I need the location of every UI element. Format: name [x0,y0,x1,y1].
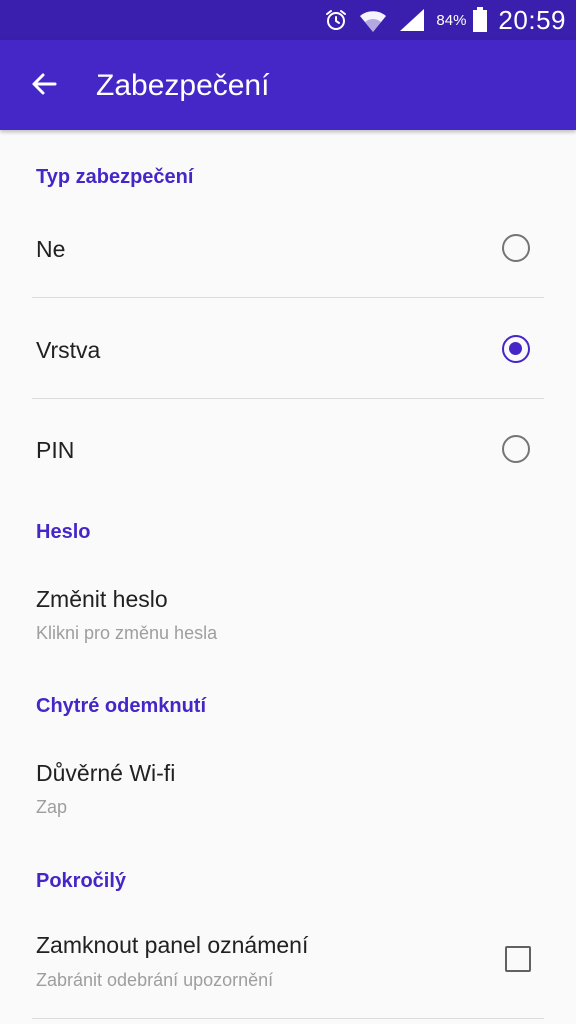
radio-option-label: Vrstva [36,337,101,363]
arrow-left-icon [30,70,58,103]
radio-option-ne[interactable]: Ne [0,200,576,296]
radio-option-vrstva[interactable]: Vrstva [0,298,576,398]
trusted-wifi-title: Důvěrné Wi-fi [36,760,176,786]
lock-notification-panel-subtitle: Zabránit odebrání upozornění [36,970,274,990]
back-button[interactable] [20,62,68,110]
app-bar: Zabezpečení [0,40,576,130]
radio-option-label: Ne [36,236,66,262]
radio-option-label: PIN [36,437,75,463]
change-password-title: Změnit heslo [36,586,168,612]
section-header-password: Heslo [36,521,91,543]
page-title: Zabezpečení [96,69,270,102]
radio-button-vrstva[interactable] [502,335,530,363]
status-icons: 84% 20:59 [324,0,566,40]
lock-notification-panel-item[interactable]: Zamknout panel oznámení Zabránit odebrán… [0,908,576,1016]
alarm-icon [324,8,348,32]
lock-notification-panel-title: Zamknout panel oznámení [36,932,309,958]
trusted-wifi-subtitle: Zap [36,797,68,817]
signal-icon [398,7,426,33]
change-password-subtitle: Klikni pro změnu hesla [36,623,218,643]
section-header-advanced: Pokročilý [36,870,127,892]
wifi-icon [358,6,388,34]
trusted-wifi-item[interactable]: Důvěrné Wi-fi Zap [0,735,576,835]
change-password-item[interactable]: Změnit heslo Klikni pro změnu hesla [0,560,576,660]
section-header-security-type: Typ zabezpečení [36,166,194,188]
radio-option-pin[interactable]: PIN [0,399,576,499]
radio-button-pin[interactable] [502,435,530,463]
divider [32,1018,544,1019]
radio-button-ne[interactable] [502,234,530,262]
lock-notification-panel-checkbox[interactable] [505,946,531,972]
battery-icon [472,7,488,33]
status-bar: 84% 20:59 [0,0,576,40]
section-header-smart-unlock: Chytré odemknutí [36,695,207,717]
clock: 20:59 [498,4,566,35]
battery-percent: 84% [436,11,467,29]
